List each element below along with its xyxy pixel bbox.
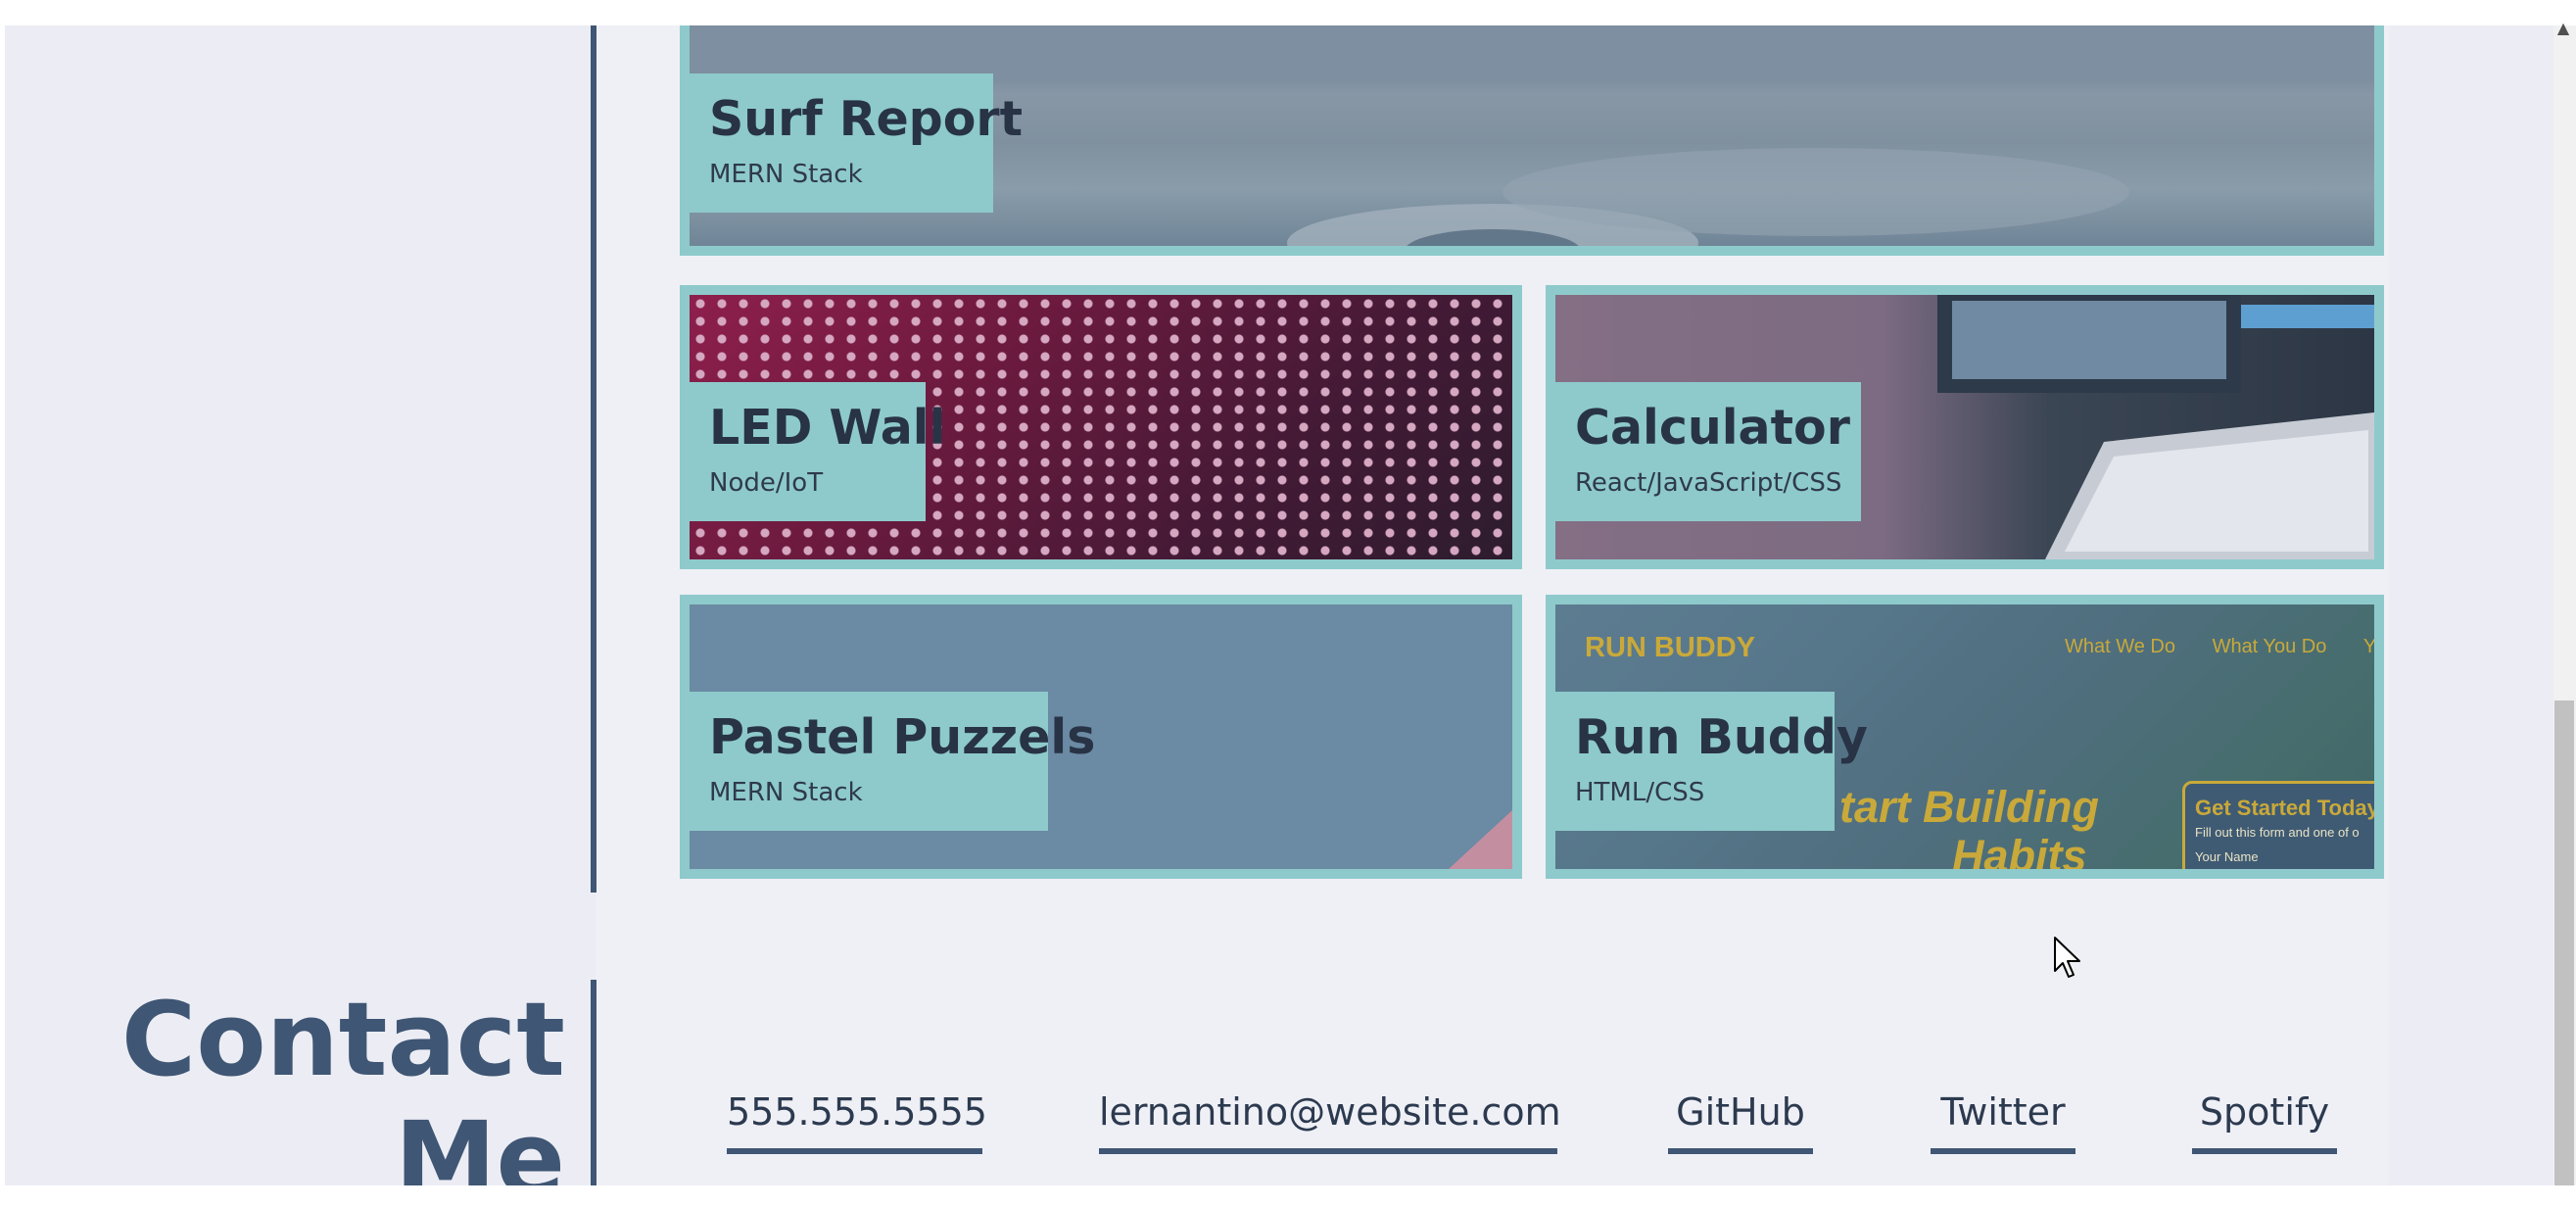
project-stack: React/JavaScript/CSS (1575, 467, 1842, 498)
contact-phone-link[interactable]: 555.555.5555 (727, 1064, 987, 1154)
project-title: Surf Report (709, 91, 1024, 147)
run-buddy-form: Get Started Today Fill out this form and… (2182, 781, 2379, 869)
scroll-up-arrow-icon[interactable]: ▲ (2555, 21, 2571, 36)
project-title: LED Wall (709, 400, 946, 456)
project-title: Calculator (1575, 400, 1850, 456)
contact-twitter-link[interactable]: Twitter (1931, 1064, 2075, 1154)
contact-email-link[interactable]: lernantino@website.com (1099, 1064, 1561, 1154)
run-buddy-headline-line: tart Building (1839, 782, 2099, 832)
arrow-cursor-icon (2054, 937, 2080, 978)
run-buddy-form-text: Fill out this form and one of o (2195, 825, 2360, 840)
project-label: LED Wall Node/IoT (690, 382, 946, 521)
run-buddy-nav-item: Yo (2362, 636, 2384, 657)
scrollbar-thumb[interactable] (2554, 701, 2574, 1185)
project-stack: HTML/CSS (1575, 777, 1705, 807)
project-label: Surf Report MERN Stack (690, 73, 1024, 213)
project-card-pastel-puzzels[interactable]: Pastel Puzzels MERN Stack (680, 595, 1522, 879)
contact-spotify-link[interactable]: Spotify (2192, 1064, 2337, 1154)
run-buddy-nav-item: What We Do (2065, 636, 2175, 657)
run-buddy-nav: What We Do What You Do Yo (2065, 636, 2384, 658)
project-stack: Node/IoT (709, 467, 824, 498)
project-label: Pastel Puzzels MERN Stack (690, 692, 1096, 831)
page-viewport: ​ Surf Report MERN Stack LED Wall Node/I… (5, 25, 2553, 1185)
run-buddy-form-title: Get Started Today (2195, 796, 2379, 820)
run-buddy-headline: tart Building Habits (1839, 782, 2099, 879)
run-buddy-form-field: Your Name (2195, 849, 2259, 864)
project-title: Pastel Puzzels (709, 709, 1096, 765)
contact-divider (591, 980, 596, 1185)
contact-heading-line: Contact (120, 980, 565, 1099)
project-title: Run Buddy (1575, 709, 1868, 765)
project-card-led-wall[interactable]: LED Wall Node/IoT (680, 285, 1522, 569)
project-card-calculator[interactable]: Calculator React/JavaScript/CSS (1546, 285, 2384, 569)
contact-github-link[interactable]: GitHub (1668, 1064, 1813, 1154)
run-buddy-nav-item: What You Do (2212, 636, 2327, 657)
project-card-run-buddy[interactable]: RUN BUDDY What We Do What You Do Yo tart… (1546, 595, 2384, 879)
contact-heading: Contact Me (120, 980, 565, 1185)
project-label: Run Buddy HTML/CSS (1555, 692, 1868, 831)
section-divider (591, 25, 596, 893)
project-label: Calculator React/JavaScript/CSS (1555, 382, 1861, 521)
project-card-surf-report[interactable]: Surf Report MERN Stack (680, 25, 2384, 256)
project-stack: MERN Stack (709, 159, 863, 189)
contact-heading-line: Me (394, 1098, 565, 1185)
project-stack: MERN Stack (709, 777, 863, 807)
run-buddy-headline-line: Habits (1952, 830, 2087, 879)
run-buddy-logo: RUN BUDDY (1585, 632, 1755, 663)
